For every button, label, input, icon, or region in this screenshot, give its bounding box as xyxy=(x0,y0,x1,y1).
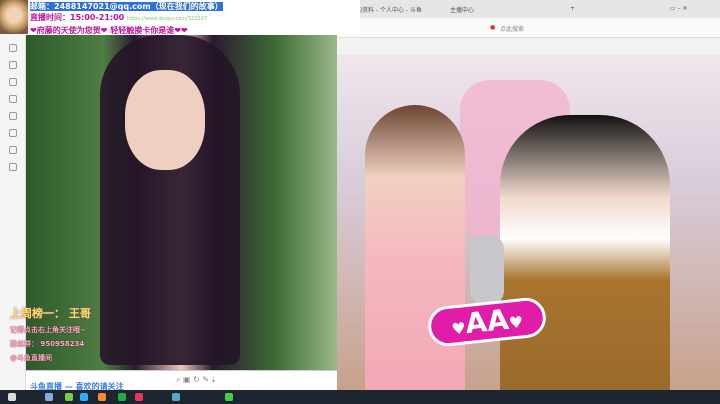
start-icon[interactable] xyxy=(8,393,16,401)
photo-subject-face xyxy=(125,70,205,170)
fan-overlay: 上周榜一： 王哥 记得点击右上角关注哦~ 粉丝群： 950958234 @斗鱼直… xyxy=(10,305,91,363)
sidebar-icon[interactable] xyxy=(8,44,17,52)
sidebar-icon[interactable] xyxy=(8,146,17,154)
sidebar-icon[interactable] xyxy=(8,163,17,171)
app-icon[interactable] xyxy=(45,393,53,401)
url-text: https://www.douyu.com/322227 xyxy=(127,16,207,22)
app-icon[interactable] xyxy=(118,393,126,401)
search-icon[interactable]: ● xyxy=(490,24,495,31)
sign-text: AA xyxy=(463,302,511,341)
email-text: 邮箱：2488147021@qq.com（现在我们的故事） xyxy=(30,2,223,11)
sidebar-icon[interactable] xyxy=(8,129,17,137)
fan-group-text: 粉丝群： 950958234 xyxy=(10,340,85,348)
schedule-text: 直播时间：15:00-21:00 xyxy=(30,13,125,22)
tab-profile[interactable]: 我的资料 - 个人中心 - 斗鱼 xyxy=(350,5,422,14)
window-controls[interactable]: ▭ – ✕ xyxy=(670,5,688,12)
slogan-text: ❤府藤的天使为您贺❤ 轻轻触摸卡你是谁❤❤ xyxy=(30,26,188,35)
tab-anchor-center[interactable]: 主播中心 xyxy=(450,5,474,14)
heart-icon: ♥ xyxy=(507,312,525,333)
weibo-text: @斗鱼直播间 xyxy=(10,354,52,362)
app-icon[interactable] xyxy=(98,393,106,401)
streamer-avatar xyxy=(0,0,28,34)
search-label[interactable]: 点此搜索 xyxy=(500,24,524,33)
top-fan-text: 上周榜一： 王哥 xyxy=(10,307,91,320)
taskbar xyxy=(0,390,720,404)
streamer-right xyxy=(500,115,670,390)
sidebar-icon[interactable] xyxy=(8,95,17,103)
app-icon[interactable] xyxy=(80,393,88,401)
app-icon[interactable] xyxy=(172,393,180,401)
follow-text: 记得点击右上角关注哦~ xyxy=(10,326,86,334)
app-icon[interactable] xyxy=(135,393,143,401)
streamer-left xyxy=(365,105,465,390)
sidebar-icon[interactable] xyxy=(8,78,17,86)
new-tab-button[interactable]: + xyxy=(570,5,575,12)
sidebar-icon[interactable] xyxy=(8,61,17,69)
zoom-icon[interactable]: ⌕ ▣ ↻ ✎ ⤓ xyxy=(176,375,215,385)
wechat-icon[interactable] xyxy=(225,393,233,401)
microphone xyxy=(470,235,504,305)
info-overlay: 邮箱：2488147021@qq.com（现在我们的故事） 直播时间：15:00… xyxy=(30,0,360,35)
sidebar-icon[interactable] xyxy=(8,112,17,120)
app-icon[interactable] xyxy=(65,393,73,401)
